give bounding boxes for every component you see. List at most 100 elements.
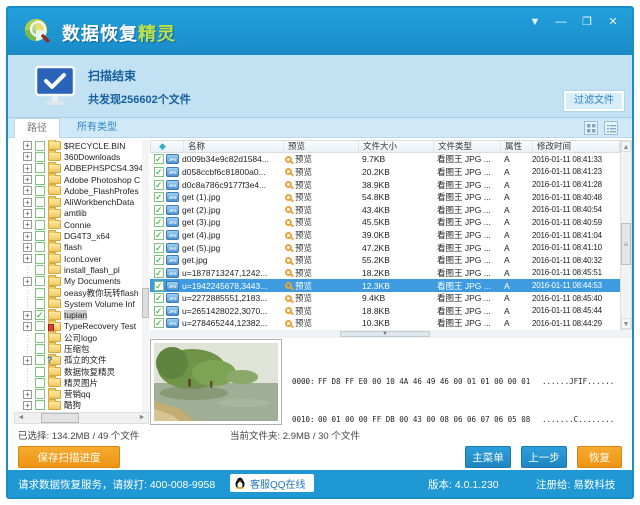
column-preview[interactable]: 预览 — [284, 140, 359, 153]
tree-scroll-thumb[interactable] — [142, 288, 149, 318]
grid-view-icon[interactable] — [584, 121, 598, 135]
tree-checkbox[interactable] — [35, 197, 45, 208]
file-row[interactable]: JPG d009b34e9c82d1584... 预览 9.7KB 看图王 JP… — [150, 153, 620, 166]
preview-splitter[interactable]: ▼ — [150, 330, 632, 338]
minimize-button[interactable]: — — [552, 14, 570, 30]
tree-item[interactable]: 公司logo — [14, 331, 142, 343]
tree-item[interactable]: System Volume Inf — [14, 297, 142, 309]
back-button[interactable]: 上一步 — [521, 446, 567, 468]
tree-checkbox[interactable] — [35, 174, 45, 185]
tree-checkbox[interactable] — [35, 321, 45, 332]
filter-files-button[interactable]: 过滤文件 — [564, 91, 624, 111]
file-row[interactable]: JPG get (4).jpg 预览 39.0KB 看图王 JPG ... A … — [150, 229, 620, 242]
file-checkbox[interactable] — [154, 154, 164, 165]
preview-link[interactable]: 预览 — [283, 179, 358, 191]
close-button[interactable]: ✕ — [604, 14, 622, 30]
preview-link[interactable]: 预览 — [283, 229, 358, 241]
expand-icon[interactable] — [23, 242, 32, 252]
tree-item[interactable]: My Documents — [14, 274, 142, 287]
preview-link[interactable]: 预览 — [283, 242, 358, 254]
expand-icon[interactable] — [23, 175, 32, 185]
tree-checkbox[interactable] — [35, 366, 45, 377]
table-scroll-thumb[interactable] — [621, 223, 631, 265]
preview-link[interactable]: 预览 — [283, 317, 358, 329]
file-checkbox[interactable] — [154, 280, 164, 291]
scroll-up-arrow-icon[interactable]: ▲ — [621, 141, 631, 152]
tree-checkbox[interactable] — [35, 276, 45, 287]
tree-checkbox[interactable] — [35, 355, 45, 366]
file-checkbox[interactable] — [154, 242, 164, 253]
expand-icon[interactable] — [23, 310, 32, 320]
file-row[interactable]: JPG get (2).jpg 预览 43.4KB 看图王 JPG ... A … — [150, 204, 620, 217]
expand-icon[interactable] — [23, 400, 32, 410]
file-row[interactable]: JPG get (3).jpg 预览 45.5KB 看图王 JPG ... A … — [150, 216, 620, 229]
file-row[interactable]: JPG u=1942245678,3443... 预览 12.3KB 看图王 J… — [150, 279, 620, 292]
tree-checkbox[interactable] — [35, 400, 45, 411]
tree-checkbox[interactable] — [35, 208, 45, 219]
file-row[interactable]: JPG get.jpg 预览 55.2KB 看图王 JPG ... A 2016… — [150, 254, 620, 267]
tree-item[interactable]: 压缩包 — [14, 342, 142, 354]
tree-item[interactable]: 精灵图片 — [14, 376, 142, 388]
expand-icon[interactable] — [23, 163, 32, 173]
tree-item[interactable]: 数据恢复精灵 — [14, 365, 142, 377]
tree-checkbox[interactable] — [35, 343, 45, 354]
tree-item[interactable]: ADBEPHSPCS4.39402 — [14, 161, 142, 174]
file-checkbox[interactable] — [154, 305, 164, 316]
table-vertical-scrollbar[interactable]: ▲ ▼ — [620, 140, 632, 330]
tree-checkbox[interactable] — [35, 231, 45, 242]
tree-checkbox[interactable] — [35, 264, 45, 275]
file-row[interactable]: JPG d0c8a786c9177f3e4... 预览 38.9KB 看图王 J… — [150, 178, 620, 191]
file-row[interactable]: JPG u=1878713247,1242... 预览 18.2KB 看图王 J… — [150, 267, 620, 280]
column-attr[interactable]: 属性 — [501, 140, 533, 153]
scroll-left-arrow-icon[interactable]: ◄ — [15, 413, 27, 423]
tree-hscroll-thumb[interactable] — [41, 413, 79, 423]
file-checkbox[interactable] — [154, 230, 164, 241]
tree-checkbox[interactable] — [35, 332, 45, 343]
tree-item[interactable]: TypeRecovery Test — [14, 319, 142, 333]
file-checkbox[interactable] — [154, 204, 164, 215]
save-scan-progress-button[interactable]: 保存扫描进度 — [18, 446, 120, 468]
tree-item[interactable]: tupian — [14, 308, 142, 321]
tree-item[interactable]: 酷狗 — [14, 398, 142, 411]
list-view-icon[interactable] — [604, 121, 618, 135]
file-checkbox[interactable] — [154, 267, 164, 278]
expand-icon[interactable] — [23, 231, 32, 241]
tree-checkbox[interactable] — [35, 389, 45, 400]
select-all-column[interactable]: ◆ — [151, 140, 184, 153]
scroll-right-arrow-icon[interactable]: ► — [136, 413, 148, 423]
tree-item[interactable]: Adobe Photoshop C — [14, 173, 142, 185]
file-checkbox[interactable] — [154, 192, 164, 203]
tree-checkbox[interactable] — [35, 151, 45, 162]
file-checkbox[interactable] — [154, 217, 164, 228]
expand-icon[interactable] — [23, 355, 32, 365]
tree-item[interactable]: Connie — [14, 218, 142, 230]
preview-link[interactable]: 预览 — [283, 292, 358, 304]
file-checkbox[interactable] — [154, 179, 164, 190]
tree-item[interactable]: flash — [14, 240, 142, 253]
tree-horizontal-scrollbar[interactable]: ◄ ► — [14, 412, 149, 424]
scroll-down-arrow-icon[interactable]: ▼ — [621, 318, 631, 329]
tree-item[interactable]: 营销qq — [14, 387, 142, 400]
expand-icon[interactable] — [23, 197, 32, 207]
expand-icon[interactable] — [23, 321, 32, 331]
preview-link[interactable]: 预览 — [283, 305, 358, 317]
preview-link[interactable]: 预览 — [283, 280, 358, 292]
maximize-button[interactable]: ❐ — [578, 14, 596, 30]
collapse-preview-button[interactable]: ▼ — [340, 331, 430, 337]
tree-item[interactable]: DG4T3_x64 — [14, 229, 142, 242]
menu-chevron-icon[interactable]: ▼ — [526, 14, 544, 30]
file-checkbox[interactable] — [154, 166, 164, 177]
expand-icon[interactable] — [23, 276, 32, 286]
expand-icon[interactable] — [23, 141, 32, 151]
tree-checkbox[interactable] — [35, 242, 45, 253]
tree-item[interactable]: install_flash_pl — [14, 263, 142, 275]
file-checkbox[interactable] — [154, 255, 164, 266]
tree-checkbox[interactable] — [35, 377, 45, 388]
tree-checkbox[interactable] — [35, 185, 45, 196]
tree-checkbox[interactable] — [35, 298, 45, 309]
qq-support-badge[interactable]: 客服QQ在线 — [230, 474, 314, 492]
preview-link[interactable]: 预览 — [283, 204, 358, 216]
tree-checkbox[interactable] — [35, 253, 45, 264]
tree-checkbox[interactable] — [35, 287, 45, 298]
file-row[interactable]: JPG u=278465244,12382... 预览 10.3KB 看图王 J… — [150, 317, 620, 330]
